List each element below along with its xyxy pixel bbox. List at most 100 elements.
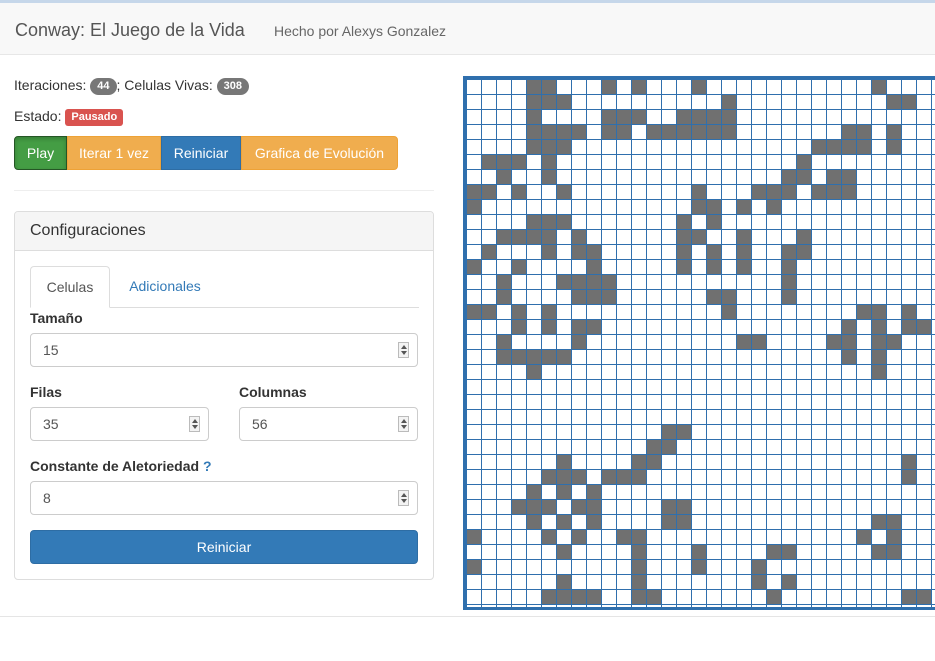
reset-button[interactable]: Reiniciar: [161, 136, 241, 170]
alive-cell[interactable]: [556, 574, 571, 589]
alive-cell[interactable]: [871, 319, 886, 334]
alive-cell[interactable]: [826, 334, 841, 349]
alive-cell[interactable]: [511, 304, 526, 319]
alive-cell[interactable]: [691, 199, 706, 214]
step-button[interactable]: Iterar 1 vez: [67, 136, 161, 170]
alive-cell[interactable]: [691, 124, 706, 139]
alive-cell[interactable]: [781, 274, 796, 289]
alive-cell[interactable]: [526, 484, 541, 499]
size-input[interactable]: 15: [30, 333, 418, 367]
alive-cell[interactable]: [796, 244, 811, 259]
alive-cell[interactable]: [751, 574, 766, 589]
rows-spinner-icon[interactable]: [189, 416, 200, 432]
alive-cell[interactable]: [736, 199, 751, 214]
alive-cell[interactable]: [721, 304, 736, 319]
alive-cell[interactable]: [796, 154, 811, 169]
alive-cell[interactable]: [901, 319, 916, 334]
alive-cell[interactable]: [766, 589, 781, 604]
alive-cell[interactable]: [871, 334, 886, 349]
alive-cell[interactable]: [571, 319, 586, 334]
alive-cell[interactable]: [691, 184, 706, 199]
alive-cell[interactable]: [856, 529, 871, 544]
alive-cell[interactable]: [556, 589, 571, 604]
alive-cell[interactable]: [706, 214, 721, 229]
alive-cell[interactable]: [526, 514, 541, 529]
alive-cell[interactable]: [691, 109, 706, 124]
alive-cell[interactable]: [826, 169, 841, 184]
tab-adicionales[interactable]: Adicionales: [115, 266, 215, 308]
alive-cell[interactable]: [646, 439, 661, 454]
alive-cell[interactable]: [886, 544, 901, 559]
alive-cell[interactable]: [901, 94, 916, 109]
alive-cell[interactable]: [496, 169, 511, 184]
alive-cell[interactable]: [841, 319, 856, 334]
alive-cell[interactable]: [511, 499, 526, 514]
alive-cell[interactable]: [781, 244, 796, 259]
alive-cell[interactable]: [706, 289, 721, 304]
alive-cell[interactable]: [661, 439, 676, 454]
alive-cell[interactable]: [556, 514, 571, 529]
alive-cell[interactable]: [466, 184, 481, 199]
alive-cell[interactable]: [571, 124, 586, 139]
alive-cell[interactable]: [736, 334, 751, 349]
alive-cell[interactable]: [466, 559, 481, 574]
alive-cell[interactable]: [676, 499, 691, 514]
alive-cell[interactable]: [526, 94, 541, 109]
alive-cell[interactable]: [706, 244, 721, 259]
alive-cell[interactable]: [586, 484, 601, 499]
alive-cell[interactable]: [541, 154, 556, 169]
alive-cell[interactable]: [721, 289, 736, 304]
alive-cell[interactable]: [571, 334, 586, 349]
config-reset-button[interactable]: Reiniciar: [30, 530, 418, 564]
alive-cell[interactable]: [496, 154, 511, 169]
alive-cell[interactable]: [691, 559, 706, 574]
alive-cell[interactable]: [571, 499, 586, 514]
alive-cell[interactable]: [631, 454, 646, 469]
alive-cell[interactable]: [721, 109, 736, 124]
alive-cell[interactable]: [616, 109, 631, 124]
alive-cell[interactable]: [661, 514, 676, 529]
alive-cell[interactable]: [841, 139, 856, 154]
alive-cell[interactable]: [781, 544, 796, 559]
alive-cell[interactable]: [481, 184, 496, 199]
alive-cell[interactable]: [541, 169, 556, 184]
alive-cell[interactable]: [796, 169, 811, 184]
alive-cell[interactable]: [541, 229, 556, 244]
alive-cell[interactable]: [601, 469, 616, 484]
alive-cell[interactable]: [856, 139, 871, 154]
alive-cell[interactable]: [661, 124, 676, 139]
tab-celulas[interactable]: Celulas: [30, 266, 110, 308]
alive-cell[interactable]: [601, 109, 616, 124]
alive-cell[interactable]: [676, 514, 691, 529]
alive-cell[interactable]: [526, 124, 541, 139]
alive-cell[interactable]: [811, 184, 826, 199]
alive-cell[interactable]: [811, 139, 826, 154]
alive-cell[interactable]: [661, 499, 676, 514]
alive-cell[interactable]: [766, 544, 781, 559]
alive-cell[interactable]: [466, 529, 481, 544]
alive-cell[interactable]: [706, 199, 721, 214]
alive-cell[interactable]: [871, 304, 886, 319]
cell-grid[interactable]: [466, 79, 935, 607]
alive-cell[interactable]: [691, 79, 706, 94]
alive-cell[interactable]: [781, 184, 796, 199]
alive-cell[interactable]: [781, 259, 796, 274]
alive-cell[interactable]: [496, 289, 511, 304]
alive-cell[interactable]: [601, 79, 616, 94]
alive-cell[interactable]: [511, 184, 526, 199]
alive-cell[interactable]: [556, 469, 571, 484]
alive-cell[interactable]: [466, 259, 481, 274]
alive-cell[interactable]: [886, 124, 901, 139]
alive-cell[interactable]: [646, 454, 661, 469]
alive-cell[interactable]: [886, 514, 901, 529]
alive-cell[interactable]: [691, 229, 706, 244]
alive-cell[interactable]: [586, 244, 601, 259]
alive-cell[interactable]: [541, 319, 556, 334]
alive-cell[interactable]: [541, 124, 556, 139]
alive-cell[interactable]: [676, 124, 691, 139]
alive-cell[interactable]: [631, 109, 646, 124]
alive-cell[interactable]: [466, 304, 481, 319]
alive-cell[interactable]: [766, 199, 781, 214]
alive-cell[interactable]: [736, 229, 751, 244]
app-brand[interactable]: Conway: El Juego de la Vida: [15, 20, 245, 41]
